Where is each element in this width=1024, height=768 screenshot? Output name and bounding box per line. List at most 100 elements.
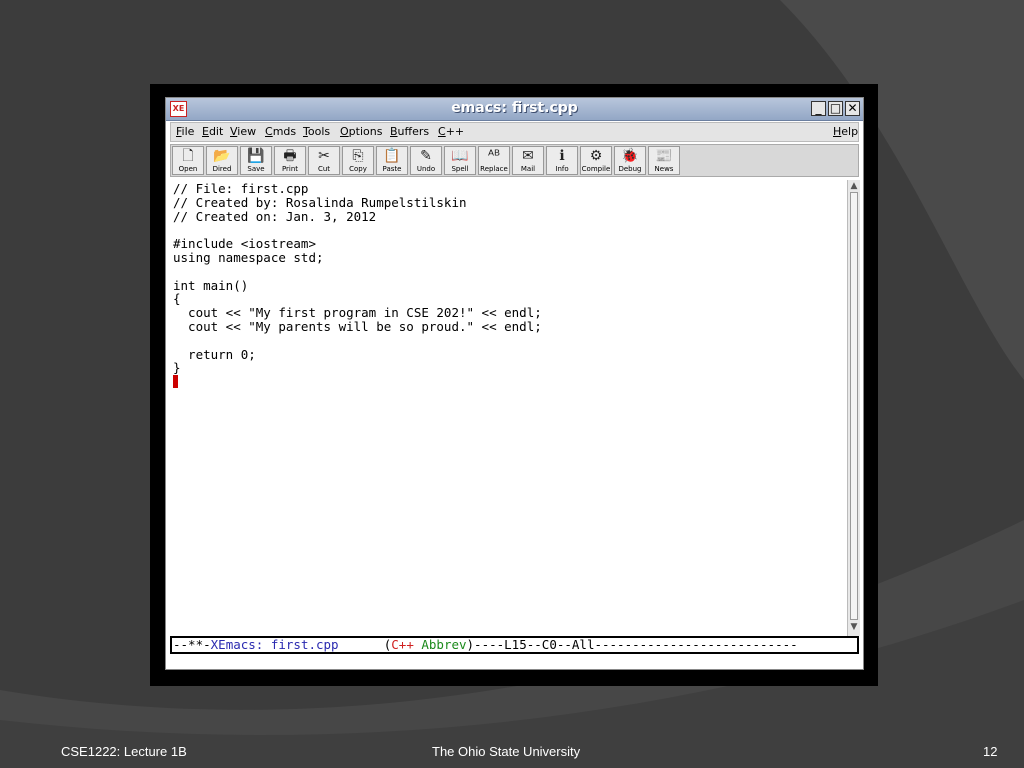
mode-line: --**-XEmacs: first.cpp (C++ Abbrev)----L… bbox=[170, 636, 859, 654]
text-cursor bbox=[173, 375, 178, 389]
toolbar-spell-label: Spell bbox=[451, 165, 469, 173]
menu-buffers[interactable]: Buffers bbox=[390, 125, 429, 138]
code-line: int main() bbox=[173, 277, 249, 293]
scroll-up-arrow-icon[interactable]: ▲ bbox=[849, 181, 859, 191]
menu-edit-label: dit bbox=[208, 125, 224, 138]
modeline-buffer-name: XEmacs: first.cpp bbox=[210, 637, 339, 652]
menu-cmds-label: mds bbox=[272, 125, 297, 138]
toolbar-cut-button[interactable]: ✂ Cut bbox=[308, 146, 340, 175]
menu-help[interactable]: Help bbox=[833, 125, 858, 138]
toolbar-save-label: Save bbox=[247, 165, 265, 173]
code-line: return 0; bbox=[173, 346, 256, 362]
modeline-gap: ( bbox=[338, 637, 392, 652]
modeline-suffix: )----L15--C0--All-----------------------… bbox=[466, 637, 798, 652]
toolbar-mail-label: Mail bbox=[520, 165, 536, 173]
toolbar-info-button[interactable]: ℹ Info bbox=[546, 146, 578, 175]
menu-cmds[interactable]: Cmds bbox=[265, 125, 296, 138]
window-title: emacs: first.cpp bbox=[451, 100, 578, 116]
replace-icon: ᴬᴮ bbox=[487, 148, 501, 164]
toolbar: 🗋 Open 📂 Dired 💾 Save 🖶 Print ✂ Cut ⎘ Copy 📋 Pa… bbox=[170, 144, 859, 177]
code-text: // File: first.cpp // Created by: Rosali… bbox=[173, 182, 542, 389]
eraser-icon: ✎ bbox=[420, 148, 432, 164]
document-icon: 🗋 bbox=[182, 148, 194, 164]
modeline-prefix: --**- bbox=[173, 637, 211, 652]
menu-help-label: elp bbox=[841, 125, 859, 138]
copy-icon: ⎘ bbox=[352, 148, 364, 164]
scrollbar-thumb[interactable] bbox=[850, 192, 858, 620]
toolbar-news-button[interactable]: 📰 News bbox=[648, 146, 680, 175]
title-bar[interactable]: XE emacs: first.cpp _ □ ✕ bbox=[166, 98, 863, 121]
modeline-minor-mode: Abbrev bbox=[421, 637, 467, 652]
code-line: } bbox=[173, 360, 181, 376]
toolbar-open-button[interactable]: 🗋 Open bbox=[172, 146, 204, 175]
toolbar-debug-button[interactable]: 🐞 Debug bbox=[614, 146, 646, 175]
close-button[interactable]: ✕ bbox=[845, 101, 860, 116]
menu-view[interactable]: View bbox=[230, 125, 256, 138]
toolbar-dired-button[interactable]: 📂 Dired bbox=[206, 146, 238, 175]
menu-file-label: ile bbox=[181, 125, 195, 138]
menu-buffers-mnemonic: B bbox=[390, 125, 398, 138]
toolbar-mail-button[interactable]: ✉ Mail bbox=[512, 146, 544, 175]
toolbar-print-button[interactable]: 🖶 Print bbox=[274, 146, 306, 175]
toolbar-copy-label: Copy bbox=[349, 165, 367, 173]
toolbar-cut-label: Cut bbox=[317, 165, 331, 173]
slide-number: 12 bbox=[983, 744, 998, 759]
toolbar-replace-button[interactable]: ᴬᴮ Replace bbox=[478, 146, 510, 175]
menu-cpp-label: ++ bbox=[445, 125, 465, 138]
emacs-window: XE emacs: first.cpp _ □ ✕ File Edit View… bbox=[165, 97, 864, 670]
menu-file[interactable]: File bbox=[176, 125, 194, 138]
toolbar-compile-label: Compile bbox=[581, 165, 611, 173]
gears-icon: ⚙ bbox=[589, 148, 603, 164]
footer-left: CSE1222: Lecture 1B bbox=[61, 744, 187, 759]
code-line: // Created by: Rosalinda Rumpelstilskin bbox=[173, 194, 467, 210]
toolbar-dired-label: Dired bbox=[212, 165, 232, 173]
toolbar-print-label: Print bbox=[281, 165, 299, 173]
maximize-button[interactable]: □ bbox=[828, 101, 843, 116]
menu-cpp[interactable]: C++ bbox=[438, 125, 464, 138]
menu-edit-mnemonic: E bbox=[202, 125, 209, 138]
scissors-icon: ✂ bbox=[318, 148, 330, 164]
menu-edit[interactable]: Edit bbox=[202, 125, 223, 138]
menu-cpp-mnemonic: C bbox=[438, 125, 446, 138]
toolbar-undo-button[interactable]: ✎ Undo bbox=[410, 146, 442, 175]
toolbar-paste-label: Paste bbox=[382, 165, 402, 173]
clipboard-icon: 📋 bbox=[383, 148, 401, 164]
toolbar-debug-label: Debug bbox=[618, 165, 642, 173]
vertical-scrollbar[interactable]: ▲ ▼ bbox=[847, 180, 860, 636]
menu-bar: File Edit View Cmds Tools Options Buffer… bbox=[170, 122, 859, 142]
menu-tools[interactable]: Tools bbox=[303, 125, 330, 138]
toolbar-spell-button[interactable]: 📖 Spell bbox=[444, 146, 476, 175]
toolbar-news-label: News bbox=[654, 165, 674, 173]
scroll-down-arrow-icon[interactable]: ▼ bbox=[849, 622, 859, 632]
code-line: { bbox=[173, 291, 181, 307]
code-line: // Created on: Jan. 3, 2012 bbox=[173, 208, 377, 224]
menu-cmds-mnemonic: C bbox=[265, 125, 273, 138]
menu-options[interactable]: Options bbox=[340, 125, 382, 138]
news-icon: 📰 bbox=[655, 148, 673, 164]
info-icon: ℹ bbox=[559, 148, 565, 164]
toolbar-compile-button[interactable]: ⚙ Compile bbox=[580, 146, 612, 175]
toolbar-copy-button[interactable]: ⎘ Copy bbox=[342, 146, 374, 175]
toolbar-open-label: Open bbox=[178, 165, 198, 173]
spellbook-icon: 📖 bbox=[451, 148, 469, 164]
menu-options-label: ptions bbox=[348, 125, 383, 138]
menu-tools-label: ools bbox=[307, 125, 331, 138]
toolbar-undo-label: Undo bbox=[416, 165, 436, 173]
printer-icon: 🖶 bbox=[283, 148, 297, 164]
code-line: // File: first.cpp bbox=[173, 181, 309, 196]
debug-icon: 🐞 bbox=[621, 148, 639, 164]
menu-view-label: iew bbox=[237, 125, 257, 138]
code-line: cout << "My first program in CSE 202!" <… bbox=[173, 305, 542, 321]
footer-center: The Ohio State University bbox=[432, 744, 581, 759]
toolbar-paste-button[interactable]: 📋 Paste bbox=[376, 146, 408, 175]
toolbar-save-button[interactable]: 💾 Save bbox=[240, 146, 272, 175]
minimize-button[interactable]: _ bbox=[811, 101, 826, 116]
toolbar-replace-label: Replace bbox=[480, 165, 508, 173]
mailbox-icon: ✉ bbox=[522, 148, 534, 164]
editor-buffer[interactable]: // File: first.cpp // Created by: Rosali… bbox=[170, 180, 845, 636]
cursor-line bbox=[173, 375, 542, 389]
menu-options-mnemonic: O bbox=[340, 125, 349, 138]
menu-buffers-label: uffers bbox=[397, 125, 430, 138]
